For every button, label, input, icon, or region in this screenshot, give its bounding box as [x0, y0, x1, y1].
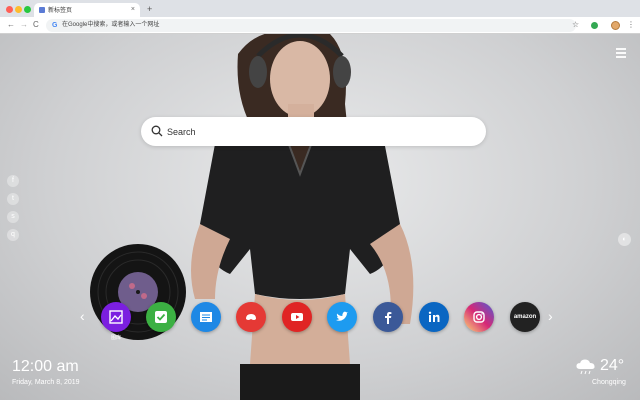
- maximize-window-button[interactable]: [24, 6, 31, 13]
- tab-bar: 新标签页 × +: [0, 0, 640, 17]
- speed-dial-gallery[interactable]: [101, 302, 131, 332]
- address-bar-placeholder: 在Google中搜索，或者输入一个网址: [62, 22, 160, 28]
- dials-prev-arrow[interactable]: ‹: [80, 309, 85, 323]
- speed-dial-twitter[interactable]: [327, 302, 357, 332]
- speed-dial-linkedin[interactable]: [419, 302, 449, 332]
- search-input[interactable]: [167, 117, 467, 146]
- google-icon: G: [52, 22, 58, 29]
- facebook-share-icon[interactable]: f: [7, 175, 19, 187]
- search-icon: [151, 125, 163, 137]
- amazon-logo: amazon: [513, 314, 537, 320]
- tab-close-button[interactable]: ×: [131, 5, 135, 14]
- share-icon[interactable]: s: [7, 211, 19, 223]
- back-button[interactable]: ←: [7, 20, 15, 30]
- menu-icon[interactable]: [616, 48, 626, 60]
- check-icon: [155, 311, 167, 323]
- notes-icon: [200, 312, 212, 322]
- instagram-icon: [473, 311, 485, 323]
- speed-dial-instagram[interactable]: [464, 302, 494, 332]
- new-tab-page: f t s q ◐ ‹ › 图库: [0, 34, 640, 400]
- cloud-rain-icon[interactable]: [575, 358, 597, 376]
- clock-time: 12:00 am: [12, 358, 79, 375]
- search-share-icon[interactable]: q: [7, 229, 19, 241]
- twitter-share-icon[interactable]: t: [7, 193, 19, 205]
- speed-dial-facebook[interactable]: [373, 302, 403, 332]
- forward-button[interactable]: →: [20, 20, 28, 30]
- browser-menu-button[interactable]: ⋮: [627, 20, 635, 30]
- game-controller-icon: [246, 314, 256, 320]
- clock-date: Friday, March 8, 2019: [12, 379, 80, 386]
- browser-chrome: 新标签页 × + ← → C G 在Google中搜索，或者输入一个网址 ☆ ⋮: [0, 0, 640, 34]
- gallery-icon: [109, 310, 123, 324]
- background-photo: [90, 34, 414, 400]
- speed-dial-youtube[interactable]: [282, 302, 312, 332]
- tab-title: 新标签页: [48, 8, 73, 14]
- active-tab[interactable]: 新标签页 ×: [34, 3, 140, 17]
- weather-temperature: 24°: [600, 357, 625, 374]
- youtube-icon: [291, 313, 303, 321]
- social-share-bar: f t s q: [7, 175, 19, 247]
- dials-next-arrow[interactable]: ›: [548, 309, 553, 323]
- twitter-icon: [336, 311, 349, 321]
- extension-icon[interactable]: [591, 22, 598, 29]
- speed-dial-check[interactable]: [146, 302, 176, 332]
- search-bar[interactable]: [141, 117, 486, 146]
- theme-toggle-icon[interactable]: ◐: [618, 233, 631, 246]
- new-tab-button[interactable]: +: [147, 4, 152, 14]
- weather-city: Chongqing: [592, 379, 626, 386]
- minimize-window-button[interactable]: [15, 6, 22, 13]
- bookmark-star-icon[interactable]: ☆: [572, 20, 579, 30]
- toolbar: ← → C G 在Google中搜索，或者输入一个网址 ☆ ⋮: [0, 17, 640, 34]
- speed-dial-gallery-label: 图库: [110, 335, 121, 341]
- speed-dial-game[interactable]: [236, 302, 266, 332]
- speed-dial-amazon[interactable]: amazon: [510, 302, 540, 332]
- linkedin-icon: [428, 311, 440, 322]
- tab-favicon-icon: [39, 7, 45, 13]
- profile-avatar[interactable]: [611, 21, 620, 30]
- reload-button[interactable]: C: [33, 20, 39, 30]
- close-window-button[interactable]: [6, 6, 13, 13]
- address-bar[interactable]: G 在Google中搜索，或者输入一个网址: [46, 19, 576, 32]
- speed-dial-notes[interactable]: [191, 302, 221, 332]
- facebook-icon: [385, 312, 392, 324]
